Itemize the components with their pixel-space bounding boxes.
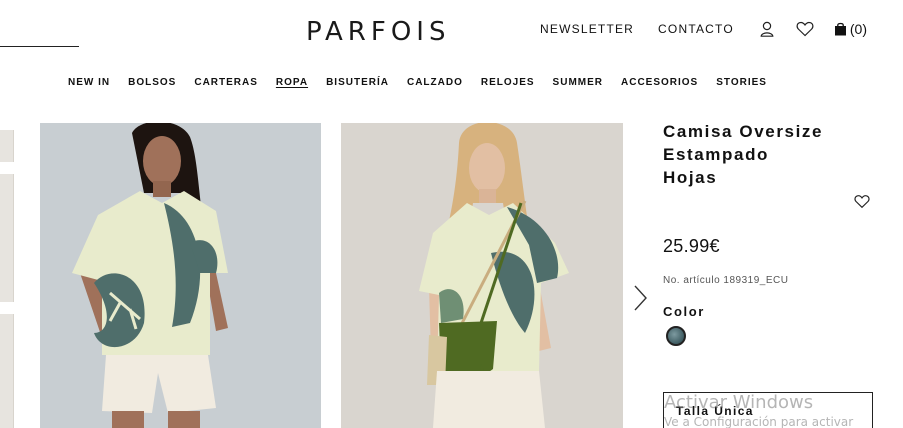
user-icon[interactable] xyxy=(758,20,776,38)
header-links: NEWSLETTER CONTACTO (0) xyxy=(540,20,867,38)
product-price: 25.99€ xyxy=(663,236,720,256)
nav-item-bolsos[interactable]: BOLSOS xyxy=(128,77,176,88)
main-nav: NEW IN BOLSOS CARTERAS ROPA BISUTERÍA CA… xyxy=(68,77,785,88)
product-sku: No. artículo 189319_ECU xyxy=(663,275,789,286)
nav-item-new-in[interactable]: NEW IN xyxy=(68,77,110,88)
nav-item-accesorios[interactable]: ACCESORIOS xyxy=(621,77,698,88)
nav-item-summer[interactable]: SUMMER xyxy=(553,77,603,88)
product-title-line3: Hojas xyxy=(663,168,718,187)
nav-item-carteras[interactable]: CARTERAS xyxy=(194,77,258,88)
product-photo-side[interactable] xyxy=(341,123,623,428)
thumbnail-3[interactable] xyxy=(0,314,14,428)
contact-link[interactable]: CONTACTO xyxy=(658,22,734,36)
color-swatch[interactable] xyxy=(666,326,686,346)
product-title: Camisa Oversize Estampado Hojas xyxy=(663,120,853,189)
search-underline[interactable] xyxy=(0,46,79,47)
product-photo-front[interactable] xyxy=(40,123,321,428)
size-label: Talla Única xyxy=(676,404,754,418)
bag-icon xyxy=(834,22,846,36)
heart-icon[interactable] xyxy=(796,20,814,38)
product-title-line1: Camisa Oversize xyxy=(663,122,824,141)
favorite-heart-icon[interactable] xyxy=(854,194,870,210)
product-info: Camisa Oversize Estampado Hojas 25.99€ N… xyxy=(663,120,883,428)
newsletter-link[interactable]: NEWSLETTER xyxy=(540,22,634,36)
nav-item-calzado[interactable]: CALZADO xyxy=(407,77,463,88)
cart-count: (0) xyxy=(849,21,867,37)
nav-item-bisuteria[interactable]: BISUTERÍA xyxy=(326,77,389,88)
thumbnail-1[interactable] xyxy=(0,130,14,162)
cart-button[interactable]: (0) xyxy=(834,21,867,37)
chevron-right-icon[interactable] xyxy=(630,283,650,313)
color-label: Color xyxy=(663,304,705,319)
product-title-line2: Estampado xyxy=(663,145,770,164)
parfois-logo[interactable]: PARFOIS xyxy=(306,17,450,47)
nav-item-relojes[interactable]: RELOJES xyxy=(481,77,535,88)
nav-item-ropa[interactable]: ROPA xyxy=(276,77,308,88)
size-selector[interactable]: Talla Única xyxy=(663,392,873,428)
thumbnail-2[interactable] xyxy=(0,174,14,302)
nav-item-stories[interactable]: STORIES xyxy=(716,77,767,88)
